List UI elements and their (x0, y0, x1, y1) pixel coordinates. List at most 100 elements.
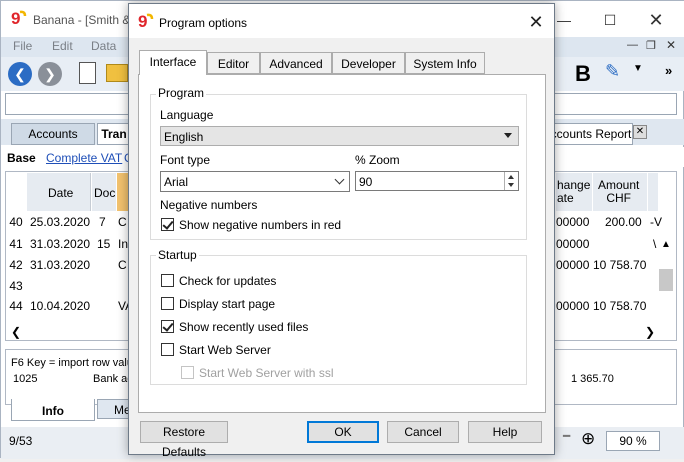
menu-data[interactable]: Data (91, 39, 116, 53)
cell-v[interactable]: -V (650, 215, 662, 229)
cell-rate[interactable]: 00000 (556, 215, 589, 229)
vertical-scrollbar-thumb[interactable] (659, 269, 673, 291)
row-number: 42 (9, 258, 23, 272)
tab-editor[interactable]: Editor (207, 52, 260, 74)
cell-desc[interactable]: C (118, 258, 127, 272)
show-recent-files-label[interactable]: Show recently used files (179, 320, 308, 334)
interface-page: Program Language English Font type Arial… (138, 74, 546, 413)
check-updates-checkbox[interactable] (161, 274, 174, 287)
dropdown-arrow-icon (504, 133, 512, 138)
language-label: Language (160, 108, 214, 122)
row-number: 41 (9, 237, 23, 251)
help-button[interactable]: Help (468, 421, 542, 443)
cell-date[interactable]: 31.03.2020 (30, 258, 90, 272)
check-updates-label[interactable]: Check for updates (179, 274, 276, 288)
more-tools-icon[interactable]: » (665, 63, 672, 78)
cell-v[interactable]: \ (653, 237, 656, 251)
info-account-name: Bank ac (93, 373, 133, 385)
view-base[interactable]: Base (7, 151, 36, 165)
startup-group-label: Startup (156, 248, 199, 262)
cell-rate[interactable]: 00000 (556, 258, 589, 272)
tab-accounts-report[interactable]: ccounts Report (549, 123, 633, 145)
dialog-title: Program options (159, 16, 248, 30)
close-tab-icon[interactable]: ✕ (633, 125, 647, 139)
start-web-server-label[interactable]: Start Web Server (179, 343, 271, 357)
mdi-minimize-icon[interactable]: — (627, 39, 638, 51)
menu-file[interactable]: File (13, 39, 32, 53)
scroll-right-icon[interactable]: ❯ (645, 325, 655, 339)
forward-icon[interactable]: ❯ (38, 62, 62, 86)
cell-amount[interactable]: 200.00 (605, 215, 642, 229)
tab-system-info[interactable]: System Info (405, 52, 485, 74)
font-type-combobox[interactable]: Arial (160, 171, 350, 192)
info-hint: F6 Key = import row valu (11, 357, 133, 369)
show-negative-red-checkbox[interactable] (161, 218, 174, 231)
zoom-slider-icon[interactable]: ━ (563, 429, 570, 443)
cell-doc[interactable]: 7 (99, 215, 106, 229)
tab-advanced[interactable]: Advanced (260, 52, 332, 74)
menu-edit[interactable]: Edit (52, 39, 73, 53)
maximize-button[interactable]: ☐ (587, 7, 633, 33)
bold-icon[interactable]: B (575, 61, 591, 87)
svg-text:9: 9 (138, 12, 147, 30)
back-icon[interactable]: ❮ (8, 62, 32, 86)
program-group-label: Program (156, 86, 207, 100)
cell-date[interactable]: 31.03.2020 (30, 237, 90, 251)
display-start-page-checkbox[interactable] (161, 297, 174, 310)
open-folder-icon[interactable] (106, 64, 128, 82)
zoom-value: 90 (359, 175, 373, 189)
scroll-left-icon[interactable]: ❮ (11, 325, 21, 339)
cell-date[interactable]: 10.04.2020 (30, 299, 90, 313)
column-header-v[interactable] (648, 173, 658, 211)
close-icon: ✕ (528, 12, 544, 32)
svg-text:9: 9 (11, 9, 20, 27)
spin-down-icon[interactable] (508, 183, 514, 187)
cancel-button[interactable]: Cancel (387, 421, 459, 443)
language-value: English (164, 130, 204, 144)
display-start-page-label[interactable]: Display start page (179, 297, 275, 311)
info-account: 1025 (13, 373, 38, 385)
cell-desc[interactable]: In (118, 237, 128, 251)
new-file-icon[interactable] (79, 62, 96, 84)
zoom-label: % Zoom (355, 153, 400, 167)
highlight-pen-icon[interactable]: ✎ (605, 61, 620, 82)
column-header-doc-label: Doc (94, 186, 116, 200)
zoom-field[interactable]: 90 % (606, 431, 660, 451)
banana-logo-icon: 9 (138, 12, 154, 30)
view-complete-vat[interactable]: Complete VAT (46, 151, 122, 165)
start-web-server-ssl-label: Start Web Server with ssl (199, 366, 334, 380)
dropdown-arrow-icon[interactable]: ▼ (633, 63, 643, 74)
cell-rate[interactable]: 00000 (556, 299, 589, 313)
language-dropdown[interactable]: English (160, 126, 519, 146)
chevron-down-icon (334, 174, 345, 185)
tab-info[interactable]: Info (11, 399, 95, 421)
show-recent-files-checkbox[interactable] (161, 320, 174, 333)
mdi-close-icon[interactable]: ✕ (666, 38, 676, 52)
cell-rate[interactable]: 00000 (556, 237, 589, 251)
column-header-amount-chf-label: Amount CHF (598, 178, 640, 205)
app-title: Banana - [Smith & (33, 13, 131, 27)
cell-amount[interactable]: 10 758.70 (593, 299, 646, 313)
tab-accounts[interactable]: Accounts (11, 123, 95, 145)
spin-up-icon[interactable] (508, 175, 514, 179)
show-negative-red-label[interactable]: Show negative numbers in red (179, 218, 341, 232)
tab-interface[interactable]: Interface (139, 50, 207, 75)
spin-buttons[interactable] (504, 172, 518, 190)
start-web-server-checkbox[interactable] (161, 343, 174, 356)
cell-doc[interactable]: 15 (97, 237, 110, 251)
dialog-close-button[interactable]: ✕ (521, 10, 551, 34)
restore-defaults-button[interactable]: Restore Defaults (140, 421, 228, 459)
dialog-titlebar: 9 Program options ✕ (129, 4, 554, 38)
cell-desc[interactable]: C (118, 215, 127, 229)
zoom-spinbox[interactable]: 90 (355, 171, 519, 191)
tab-transactions[interactable]: Tran (97, 123, 131, 145)
cell-amount[interactable]: 10 758.70 (593, 258, 646, 272)
scroll-up-icon[interactable]: ▲ (661, 239, 671, 250)
mdi-restore-icon[interactable]: ❐ (646, 39, 656, 52)
tab-messages[interactable]: Me (97, 399, 131, 419)
ok-button[interactable]: OK (307, 421, 379, 443)
zoom-in-icon[interactable]: ⊕ (581, 429, 595, 449)
app-close-button[interactable]: ✕ (633, 7, 679, 33)
cell-date[interactable]: 25.03.2020 (30, 215, 90, 229)
tab-developer[interactable]: Developer (332, 52, 405, 74)
